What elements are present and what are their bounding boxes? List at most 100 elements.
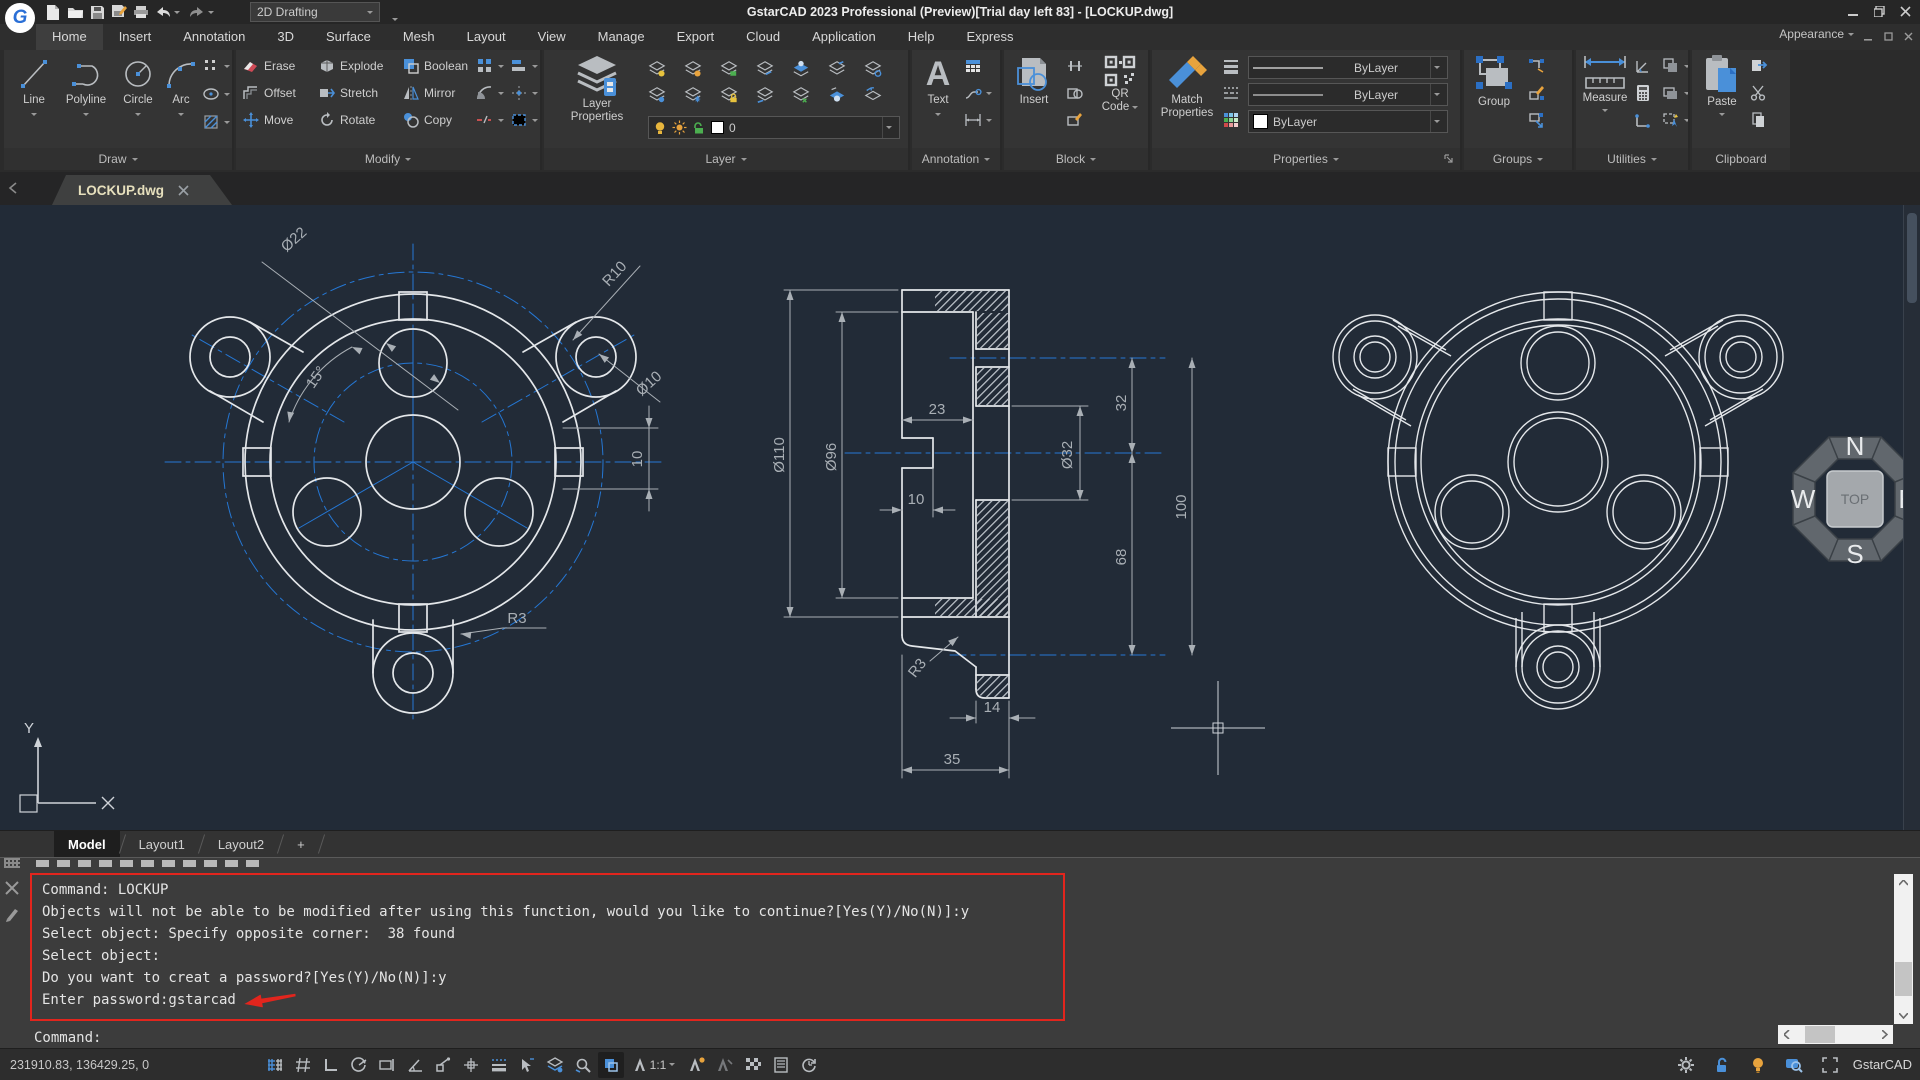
layer-freeze-button[interactable] — [684, 56, 720, 82]
arc-button[interactable]: Arc — [162, 54, 200, 116]
settings-gear-button[interactable] — [1673, 1052, 1699, 1078]
measure-angle-button[interactable] — [1634, 54, 1652, 78]
command-vertical-scrollbar[interactable] — [1894, 874, 1913, 1024]
command-edit-icon[interactable] — [4, 906, 20, 922]
layer-match-button[interactable] — [864, 56, 900, 82]
layer-make-current-button[interactable] — [756, 56, 792, 82]
tab-scroll-left-icon[interactable] — [8, 182, 18, 194]
panel-label-utilities[interactable]: Utilities — [1576, 148, 1688, 170]
text-button[interactable]: A Text — [916, 54, 960, 116]
cut-button[interactable] — [1750, 81, 1768, 105]
match-properties-button[interactable]: Match Properties — [1156, 54, 1218, 120]
redo-button[interactable] — [186, 2, 208, 22]
tab-close-icon[interactable] — [178, 185, 189, 196]
gstarcad-logo[interactable]: G — [5, 3, 35, 33]
scrollbar-thumb[interactable] — [1907, 213, 1917, 303]
doc-restore-button[interactable] — [1878, 26, 1898, 46]
tab-layout[interactable]: Layout — [451, 24, 522, 50]
scrollbar-thumb[interactable] — [1895, 962, 1912, 996]
layer-unlock-button[interactable] — [720, 56, 756, 82]
angle-snap-toggle[interactable] — [402, 1052, 428, 1078]
drawing-viewport[interactable]: Ø22 R10 15° Ø10 10 R3 — [0, 205, 1920, 830]
search-help-button[interactable] — [1781, 1052, 1807, 1078]
tips-bulb-button[interactable] — [1745, 1052, 1771, 1078]
line-button[interactable]: Line — [12, 54, 56, 116]
block-attribute-button[interactable] — [1066, 54, 1084, 78]
tab-cloud[interactable]: Cloud — [730, 24, 796, 50]
block-attr-edit-button[interactable] — [1066, 108, 1084, 132]
isolate-objects-toggle[interactable] — [542, 1052, 568, 1078]
tab-surface[interactable]: Surface — [310, 24, 387, 50]
fillet-button[interactable] — [476, 81, 504, 105]
select-button[interactable] — [510, 108, 538, 132]
tab-layout1[interactable]: Layout1 — [125, 831, 199, 858]
color-dropdown[interactable]: ByLayer — [1248, 110, 1448, 133]
redo-dropdown-icon[interactable] — [208, 11, 214, 14]
panel-label-modify[interactable]: Modify — [236, 148, 540, 170]
viewcube[interactable]: N S W E TOP — [1791, 431, 1917, 569]
new-file-button[interactable] — [42, 2, 64, 22]
annotation-scale-control[interactable]: 1:1 — [626, 1052, 682, 1078]
layer-merge-button[interactable] — [792, 82, 828, 108]
group-button[interactable]: Group — [1468, 54, 1520, 109]
canvas-vertical-scrollbar[interactable] — [1903, 205, 1920, 830]
layer-copy-to-button[interactable] — [864, 82, 900, 108]
panel-label-groups[interactable]: Groups — [1464, 148, 1572, 170]
scale-button[interactable] — [510, 81, 538, 105]
workspace-dropdown[interactable]: 2D Drafting — [250, 2, 380, 22]
point-tool-button[interactable] — [202, 54, 230, 78]
save-button[interactable] — [86, 2, 108, 22]
tab-3d[interactable]: 3D — [261, 24, 310, 50]
id-point-button[interactable] — [1634, 108, 1652, 132]
block-edit-button[interactable] — [1066, 81, 1084, 105]
add-layout-button[interactable]: + — [283, 831, 319, 858]
hatch-tool-button[interactable] — [202, 110, 230, 134]
paste-button[interactable]: Paste — [1698, 54, 1746, 116]
layer-lock-button[interactable] — [720, 82, 756, 108]
table-button[interactable] — [964, 54, 982, 78]
open-file-button[interactable] — [64, 2, 86, 22]
appearance-dropdown[interactable]: Appearance — [1779, 27, 1854, 41]
command-close-icon[interactable] — [4, 880, 20, 896]
panel-label-block[interactable]: Block — [1004, 148, 1148, 170]
snap-toggle[interactable] — [262, 1052, 288, 1078]
polyline-button[interactable]: Polyline — [60, 54, 112, 116]
group-select-toggle-button[interactable] — [1528, 108, 1546, 132]
unlock-ui-button[interactable] — [1709, 1052, 1735, 1078]
layer-properties-button[interactable]: Layer Properties — [554, 54, 640, 124]
quick-view-toggle[interactable] — [570, 1052, 596, 1078]
grid-toggle[interactable] — [290, 1052, 316, 1078]
tab-annotation[interactable]: Annotation — [167, 24, 261, 50]
scroll-down-icon[interactable] — [1894, 1007, 1913, 1024]
layer-select-dropdown[interactable]: 0 — [648, 116, 900, 139]
tab-insert[interactable]: Insert — [103, 24, 168, 50]
explode-button[interactable]: Explode — [318, 54, 383, 78]
viewcube-south[interactable]: S — [1846, 539, 1863, 569]
erase-button[interactable]: Erase — [242, 54, 295, 78]
layer-isolate-button[interactable] — [792, 56, 828, 82]
linetype-dropdown[interactable]: ByLayer — [1248, 83, 1448, 106]
ellipse-tool-button[interactable] — [202, 82, 230, 106]
panel-label-properties[interactable]: Properties — [1152, 148, 1460, 170]
layer-on-button[interactable] — [648, 56, 684, 82]
copy-with-basepoint-button[interactable] — [1750, 108, 1768, 132]
qr-code-button[interactable]: QR Code — [1096, 54, 1144, 114]
layers-merge-button[interactable] — [1662, 81, 1690, 105]
align-button[interactable] — [510, 54, 538, 78]
panel-label-annotation[interactable]: Annotation — [912, 148, 1000, 170]
tab-manage[interactable]: Manage — [582, 24, 661, 50]
array-button[interactable] — [476, 54, 504, 78]
stretch-button[interactable]: Stretch — [318, 81, 378, 105]
scroll-up-icon[interactable] — [1894, 874, 1913, 891]
copy-clip-button[interactable] — [1750, 54, 1768, 78]
auto-annotation-toggle[interactable] — [712, 1052, 738, 1078]
maximize-button[interactable] — [1866, 0, 1892, 22]
scroll-left-icon[interactable] — [1778, 1025, 1795, 1044]
tab-export[interactable]: Export — [661, 24, 731, 50]
object-properties-panel-toggle[interactable] — [768, 1052, 794, 1078]
sync-settings-button[interactable] — [796, 1052, 822, 1078]
dimension-button[interactable] — [964, 108, 992, 132]
chevron-down-icon[interactable] — [1430, 111, 1443, 132]
copy-button[interactable]: Copy — [402, 108, 452, 132]
layer-previous-button[interactable] — [828, 56, 864, 82]
